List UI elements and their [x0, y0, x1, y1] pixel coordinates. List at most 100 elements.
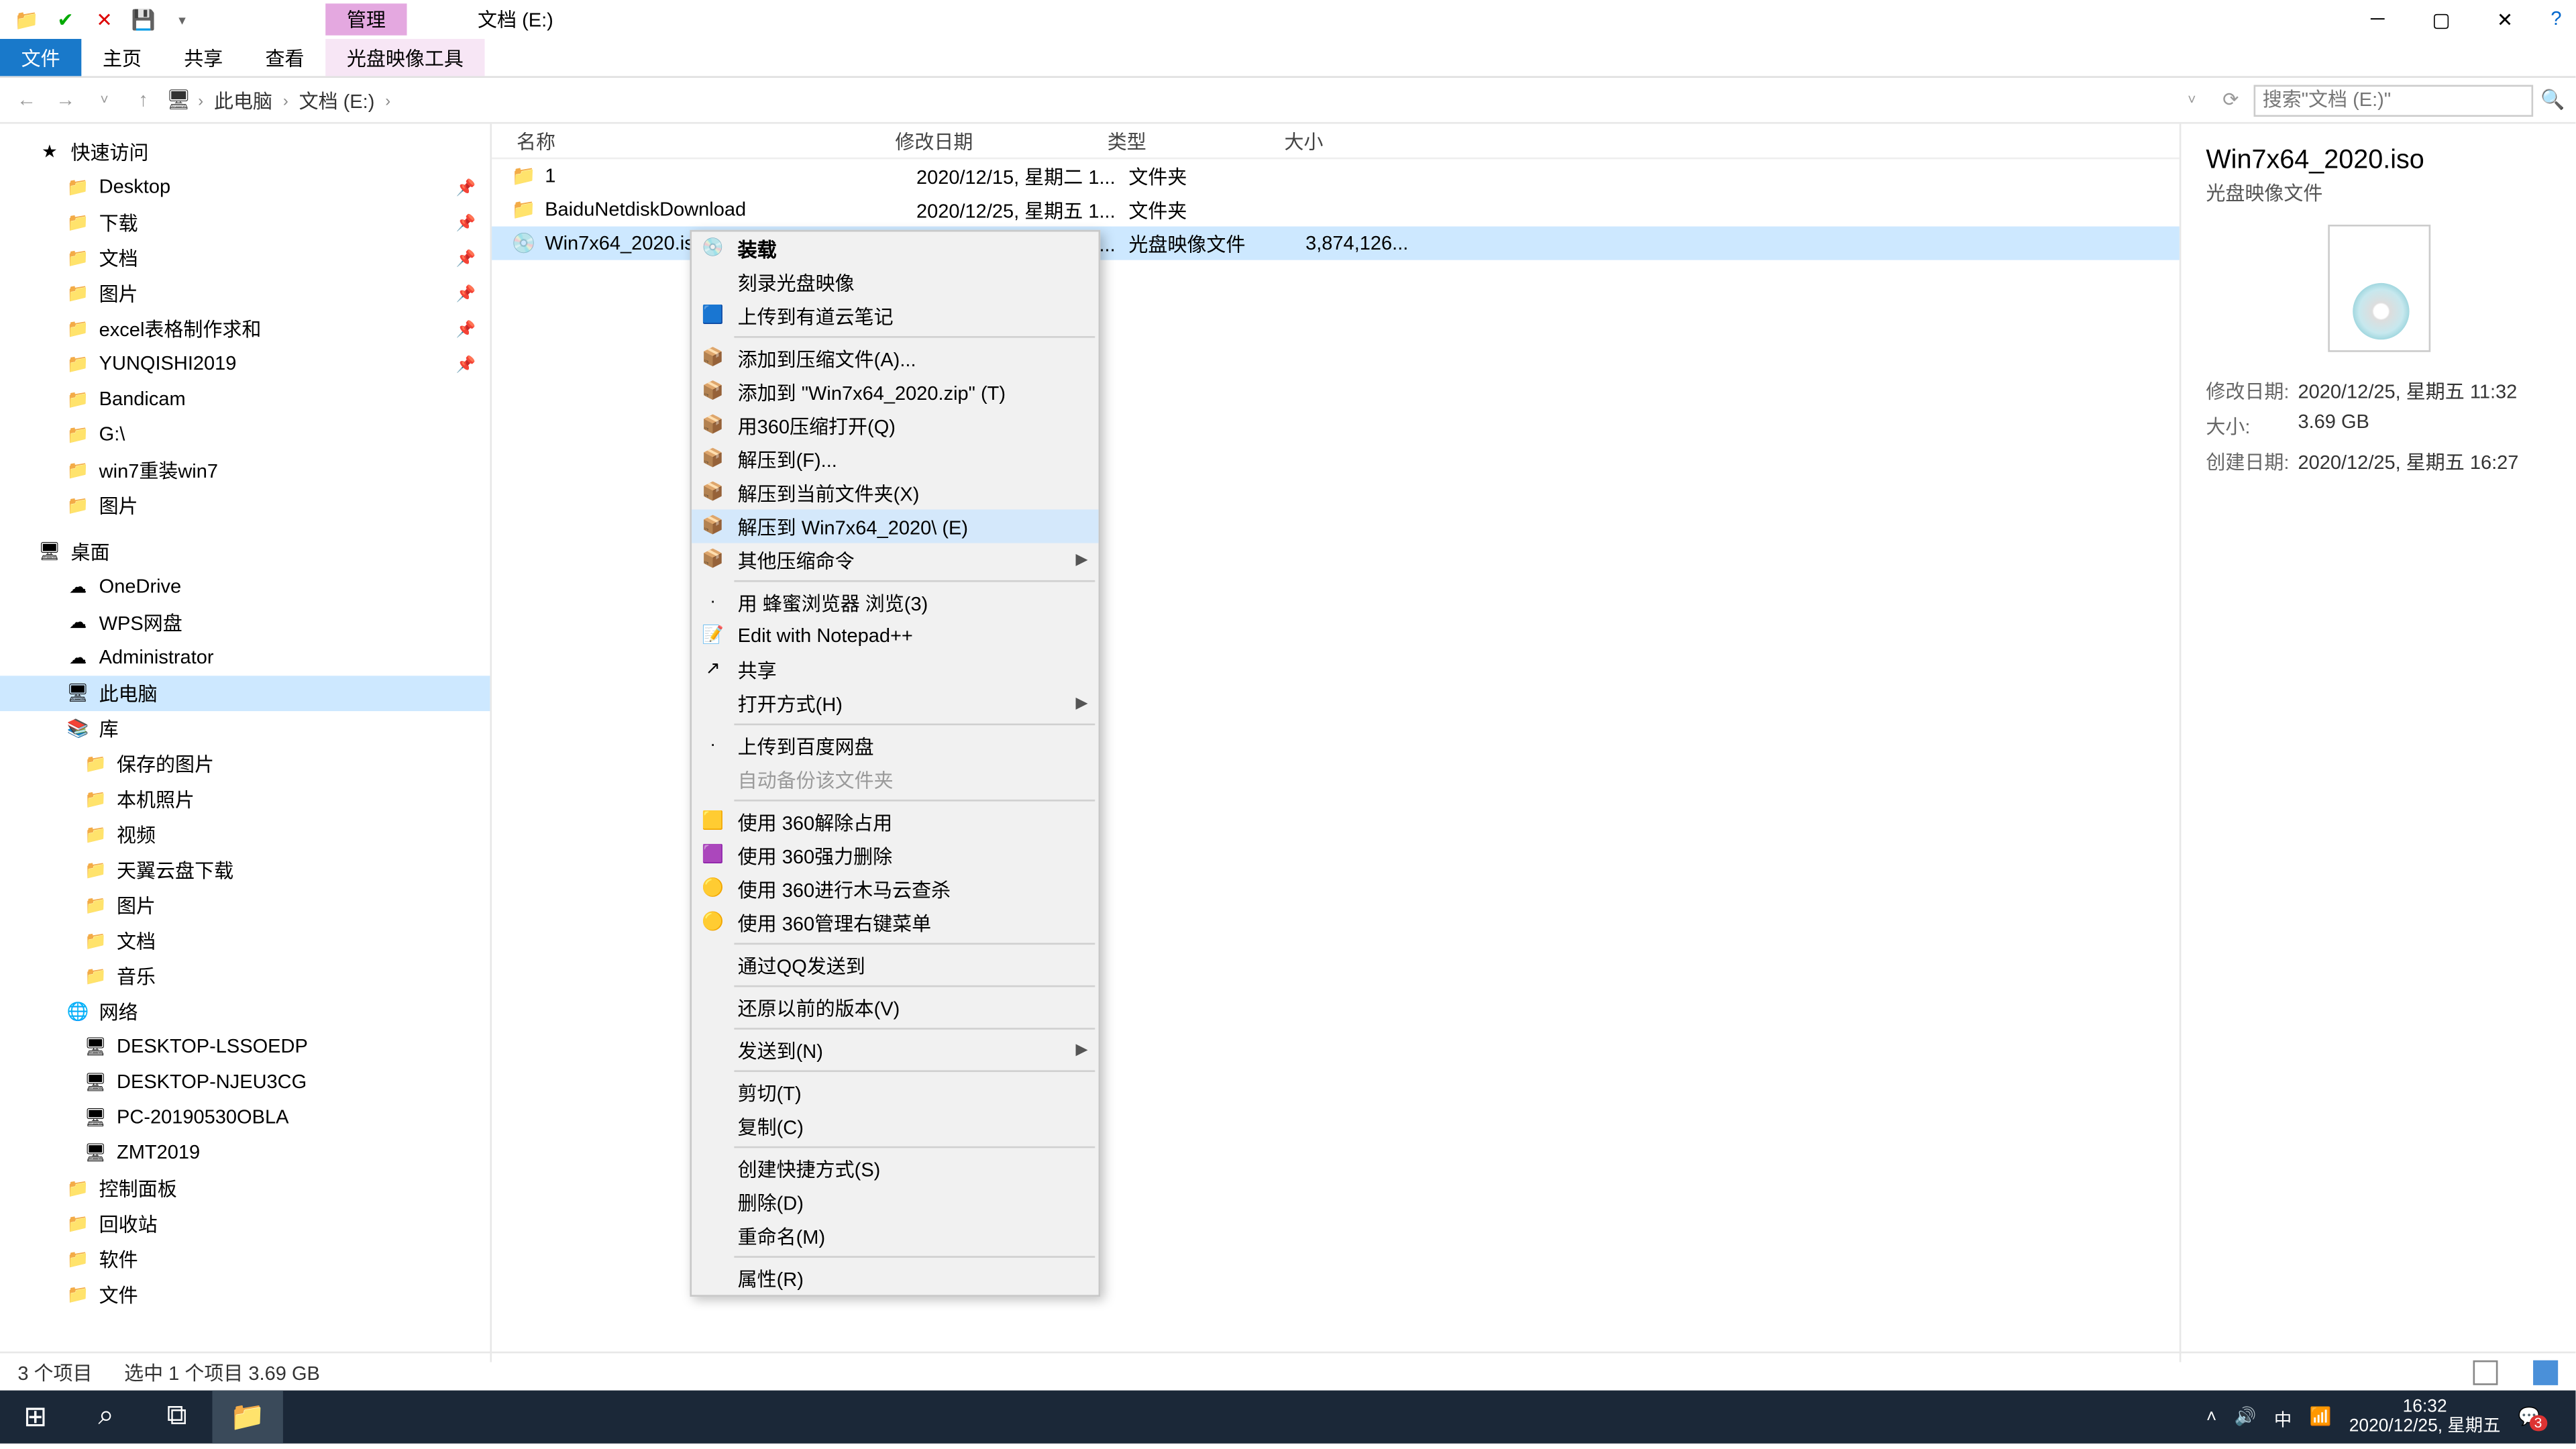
- search-input[interactable]: [2254, 84, 2534, 115]
- qat-check-icon[interactable]: ✔: [46, 0, 85, 39]
- nav-item[interactable]: 📁文件: [0, 1277, 490, 1313]
- nav-item[interactable]: 🖥ZMT2019: [0, 1136, 490, 1171]
- qat-explorer-icon[interactable]: 📁: [7, 0, 46, 39]
- nav-up-button[interactable]: ↑: [127, 89, 159, 111]
- breadcrumb[interactable]: 🖥 › 此电脑 › 文档 (E:) ›: [166, 84, 2169, 115]
- view-details-button[interactable]: [2473, 1360, 2498, 1385]
- qat-close-icon[interactable]: ✕: [85, 0, 124, 39]
- nav-item[interactable]: ☁Administrator: [0, 641, 490, 676]
- menu-item[interactable]: 📦用360压缩打开(Q): [692, 409, 1099, 442]
- help-button[interactable]: ?: [2536, 0, 2575, 39]
- nav-item[interactable]: 📁文档📌: [0, 241, 490, 276]
- qat-save-icon[interactable]: 💾: [124, 0, 163, 39]
- col-type[interactable]: 类型: [1100, 124, 1277, 158]
- menu-item[interactable]: ·上传到百度网盘: [692, 729, 1099, 762]
- action-center-icon[interactable]: 💬3: [2518, 1407, 2540, 1427]
- nav-item[interactable]: 📁软件: [0, 1242, 490, 1277]
- menu-item[interactable]: 还原以前的版本(V): [692, 991, 1099, 1024]
- nav-item[interactable]: 📁保存的图片: [0, 747, 490, 782]
- nav-recent-dropdown[interactable]: ˅: [89, 92, 120, 108]
- nav-item[interactable]: 📁图片: [0, 888, 490, 924]
- nav-item[interactable]: 🖥桌面: [0, 534, 490, 570]
- nav-item[interactable]: 📁YUNQISHI2019📌: [0, 347, 490, 382]
- maximize-button[interactable]: ▢: [2410, 0, 2473, 39]
- column-headers[interactable]: 名称 修改日期 类型 大小: [492, 124, 2180, 160]
- tab-home[interactable]: 主页: [81, 39, 162, 76]
- nav-item[interactable]: ☁OneDrive: [0, 570, 490, 605]
- nav-item[interactable]: 📁回收站: [0, 1206, 490, 1242]
- nav-item[interactable]: 📁文档: [0, 924, 490, 959]
- crumb-folder[interactable]: 文档 (E:): [295, 84, 378, 115]
- refresh-button[interactable]: ⟳: [2215, 89, 2247, 111]
- nav-item[interactable]: 🌐网络: [0, 994, 490, 1030]
- nav-item[interactable]: 📁音乐: [0, 959, 490, 994]
- file-row[interactable]: 📁BaiduNetdiskDownload2020/12/25, 星期五 1..…: [492, 193, 2180, 226]
- view-icons-button[interactable]: [2533, 1360, 2558, 1385]
- nav-item[interactable]: 🖥DESKTOP-NJEU3CG: [0, 1065, 490, 1100]
- menu-item[interactable]: 刻录光盘映像: [692, 266, 1099, 299]
- menu-item[interactable]: 📦解压到(F)...: [692, 442, 1099, 476]
- menu-item[interactable]: 🟪使用 360强力删除: [692, 839, 1099, 872]
- close-button[interactable]: ✕: [2473, 0, 2537, 39]
- menu-item[interactable]: 复制(C): [692, 1109, 1099, 1142]
- nav-item[interactable]: 📁G:\: [0, 417, 490, 453]
- nav-item[interactable]: 🖥此电脑: [0, 676, 490, 711]
- explorer-taskbar-icon[interactable]: 📁: [212, 1391, 282, 1444]
- nav-item[interactable]: 📁win7重装win7: [0, 453, 490, 488]
- tray-chevron-up-icon[interactable]: ˄: [2206, 1407, 2216, 1427]
- menu-item[interactable]: 📦解压到当前文件夹(X): [692, 476, 1099, 509]
- task-view-button[interactable]: ⧉: [142, 1391, 212, 1444]
- nav-item[interactable]: 📚库: [0, 711, 490, 747]
- menu-item[interactable]: 📦其他压缩命令▶: [692, 543, 1099, 577]
- tab-view[interactable]: 查看: [244, 39, 325, 76]
- minimize-button[interactable]: ─: [2346, 0, 2410, 39]
- nav-forward-button[interactable]: →: [50, 89, 81, 111]
- menu-item[interactable]: 打开方式(H)▶: [692, 686, 1099, 720]
- menu-item[interactable]: ·用 蜂蜜浏览器 浏览(3): [692, 586, 1099, 619]
- tab-file[interactable]: 文件: [0, 39, 81, 76]
- col-size[interactable]: 大小: [1277, 124, 1415, 158]
- nav-item[interactable]: 📁天翼云盘下载: [0, 853, 490, 888]
- file-row[interactable]: 📁12020/12/15, 星期二 1...文件夹: [492, 159, 2180, 193]
- search-icon[interactable]: 🔍: [2540, 89, 2565, 111]
- menu-item[interactable]: 📝Edit with Notepad++: [692, 619, 1099, 653]
- nav-item[interactable]: 🖥PC-20190530OBLA: [0, 1100, 490, 1136]
- col-modified[interactable]: 修改日期: [888, 124, 1100, 158]
- crumb-thispc[interactable]: 此电脑: [211, 84, 276, 115]
- nav-item[interactable]: 🖥DESKTOP-LSSOEDP: [0, 1030, 490, 1065]
- menu-item[interactable]: 📦添加到 "Win7x64_2020.zip" (T): [692, 375, 1099, 409]
- menu-item[interactable]: 重命名(M): [692, 1219, 1099, 1252]
- nav-item[interactable]: 📁图片: [0, 488, 490, 524]
- nav-item[interactable]: 📁图片📌: [0, 276, 490, 311]
- menu-item[interactable]: 🟦上传到有道云笔记: [692, 299, 1099, 333]
- menu-item[interactable]: 创建快捷方式(S): [692, 1152, 1099, 1185]
- tab-disc-tools[interactable]: 光盘映像工具: [325, 39, 484, 76]
- menu-item[interactable]: 📦添加到压缩文件(A)...: [692, 341, 1099, 375]
- nav-item[interactable]: 📁控制面板: [0, 1171, 490, 1207]
- col-name[interactable]: 名称: [492, 124, 888, 158]
- nav-item[interactable]: 📁excel表格制作求和📌: [0, 311, 490, 347]
- menu-item[interactable]: 💿装载: [692, 231, 1099, 265]
- start-button[interactable]: ⊞: [0, 1391, 70, 1444]
- nav-item[interactable]: 📁视频: [0, 817, 490, 853]
- nav-item[interactable]: ★快速访问: [0, 134, 490, 170]
- menu-item[interactable]: 通过QQ发送到: [692, 948, 1099, 981]
- nav-back-button[interactable]: ←: [11, 89, 42, 111]
- nav-item[interactable]: 📁下载📌: [0, 205, 490, 241]
- tray-network-icon[interactable]: 📶: [2310, 1407, 2332, 1427]
- menu-item[interactable]: 剪切(T): [692, 1075, 1099, 1109]
- search-button[interactable]: ⌕: [70, 1391, 141, 1444]
- nav-item[interactable]: ☁WPS网盘: [0, 605, 490, 641]
- menu-item[interactable]: 删除(D): [692, 1185, 1099, 1219]
- tray-ime-icon[interactable]: 中: [2274, 1403, 2292, 1430]
- nav-item[interactable]: 📁Bandicam: [0, 382, 490, 418]
- menu-item[interactable]: 📦解压到 Win7x64_2020\ (E): [692, 509, 1099, 543]
- menu-item[interactable]: ↗共享: [692, 653, 1099, 686]
- nav-item[interactable]: 📁Desktop📌: [0, 170, 490, 205]
- tab-share[interactable]: 共享: [163, 39, 244, 76]
- menu-item[interactable]: 🟡使用 360进行木马云查杀: [692, 872, 1099, 906]
- menu-item[interactable]: 🟨使用 360解除占用: [692, 805, 1099, 839]
- nav-item[interactable]: 📁本机照片: [0, 782, 490, 818]
- tray-clock[interactable]: 16:32 2020/12/25, 星期五: [2349, 1397, 2501, 1436]
- menu-item[interactable]: 发送到(N)▶: [692, 1033, 1099, 1067]
